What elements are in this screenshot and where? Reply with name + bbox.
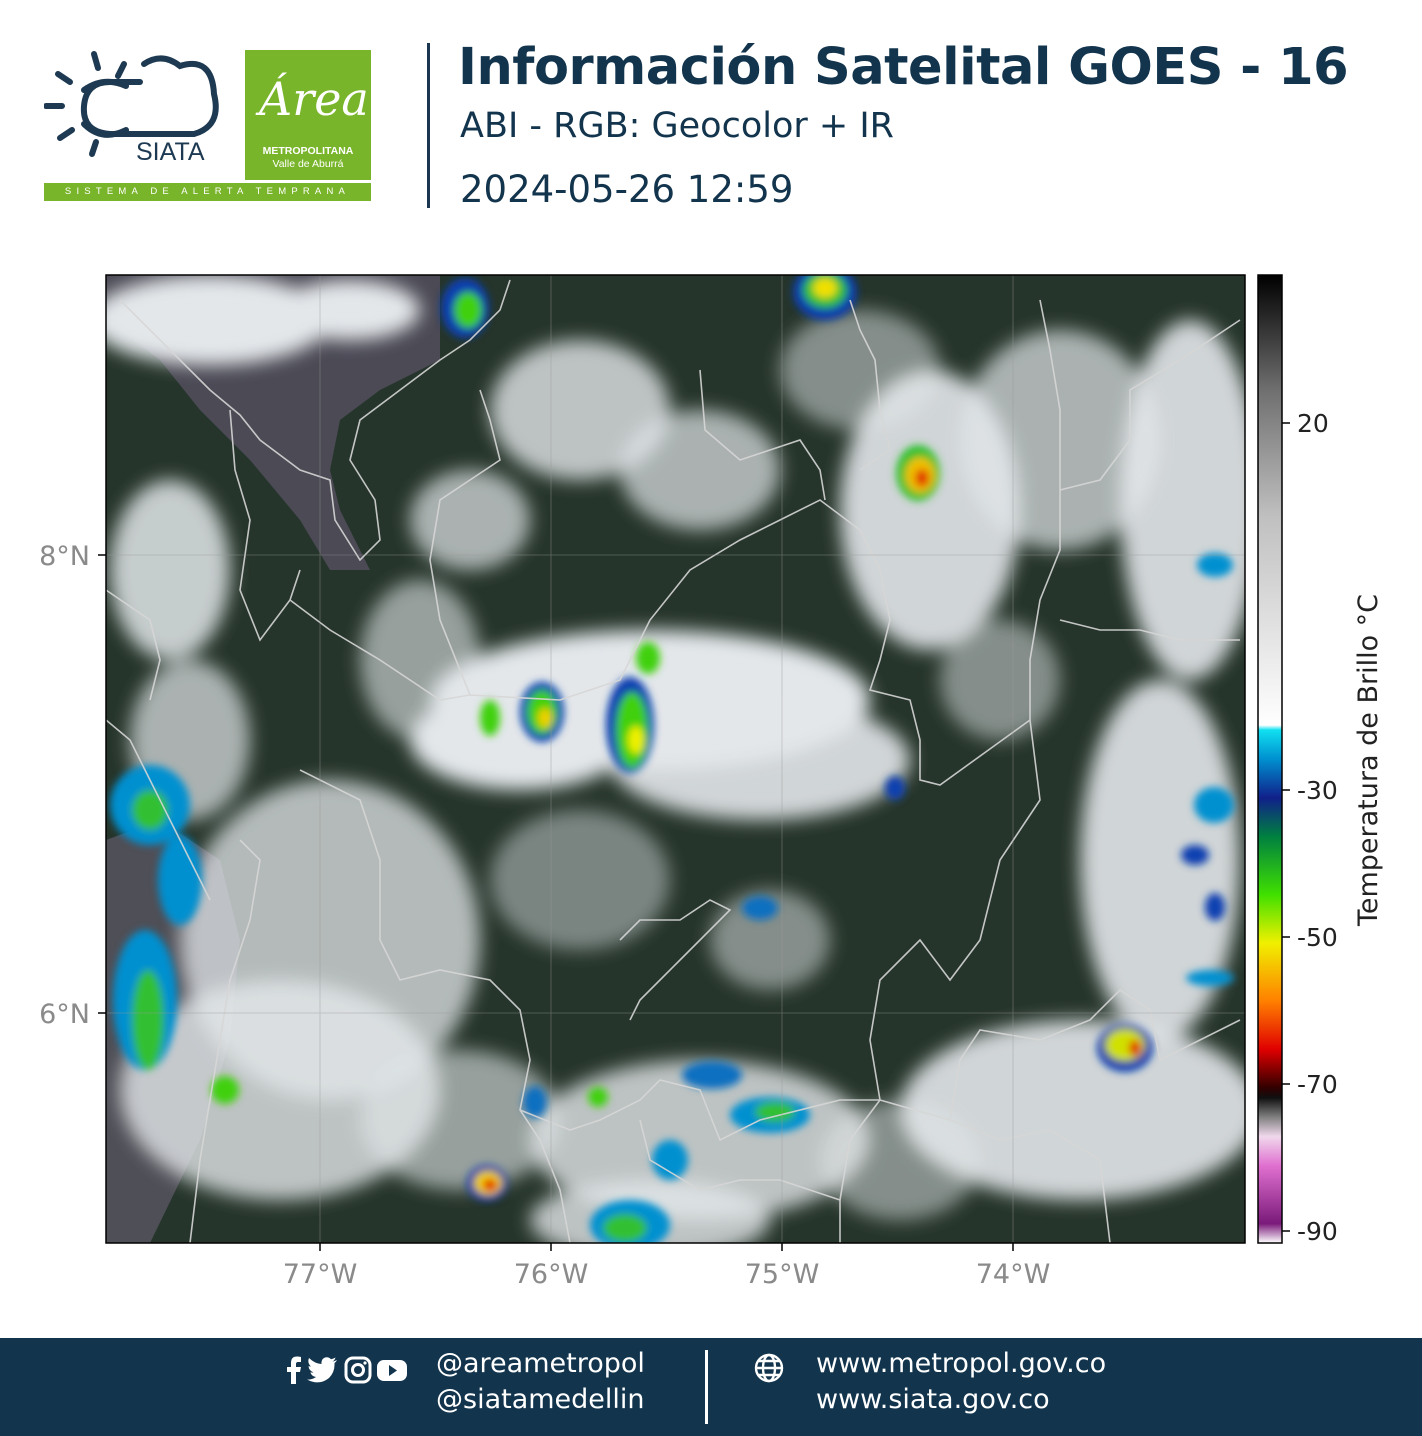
lat-tick-label: 8°N (39, 541, 90, 572)
website-link[interactable]: www.metropol.gov.co (816, 1348, 1106, 1379)
lon-tick-label: 77°W (283, 1259, 358, 1290)
colorbar-title: Temperatura de Brillo °C (1353, 594, 1384, 927)
area-logo-line1: METROPOLITANA (262, 145, 354, 157)
lon-tick-label: 75°W (745, 1259, 820, 1290)
colorbar-ticks (1282, 422, 1290, 1232)
siata-tagline: SISTEMA DE ALERTA TEMPRANA (44, 183, 371, 201)
header-divider (427, 43, 430, 208)
map-imagery (106, 275, 1245, 1243)
colorbar-tick-label: -90 (1297, 1217, 1338, 1246)
siata-logo: SIATA (44, 46, 230, 166)
lat-tick-label: 6°N (39, 999, 90, 1030)
siata-logo-text: SIATA (136, 138, 205, 166)
image-datetime: 2024-05-26 12:59 (460, 168, 794, 211)
lon-tick-label: 76°W (514, 1259, 589, 1290)
colorbar-tick-label: -30 (1297, 776, 1338, 805)
instagram-icon[interactable] (344, 1356, 372, 1384)
page-subtitle: ABI - RGB: Geocolor + IR (460, 106, 894, 146)
footer-divider (705, 1350, 708, 1424)
colorbar-tick-label: -50 (1297, 923, 1338, 952)
social-handle-link[interactable]: @siatamedellin (436, 1384, 645, 1415)
youtube-icon[interactable] (376, 1356, 408, 1384)
footer: @areametropol @siatamedellin www.metropo… (0, 1338, 1422, 1436)
website-link[interactable]: www.siata.gov.co (816, 1384, 1050, 1415)
colorbar (1258, 275, 1282, 1243)
header: SIATA Área METROPOLITANA Valle de Aburrá… (0, 0, 1422, 240)
twitter-icon[interactable] (306, 1356, 338, 1384)
area-logo-line2: Valle de Aburrá (272, 158, 344, 170)
colorbar-tick-label: -70 (1297, 1070, 1338, 1099)
colorbar-tick-label: 20 (1297, 409, 1329, 438)
facebook-icon[interactable] (280, 1356, 308, 1384)
area-logo-script: Área (259, 72, 369, 126)
globe-icon (754, 1353, 784, 1383)
area-metropolitana-logo: Área METROPOLITANA Valle de Aburrá (245, 50, 371, 180)
lon-tick-label: 74°W (976, 1259, 1051, 1290)
satellite-map: 8°N 6°N 77°W 76°W 75°W 74°W 20 -30 -50 -… (39, 274, 1384, 1290)
social-handle-link[interactable]: @areametropol (436, 1348, 645, 1379)
page-title: Información Satelital GOES - 16 (458, 38, 1349, 97)
